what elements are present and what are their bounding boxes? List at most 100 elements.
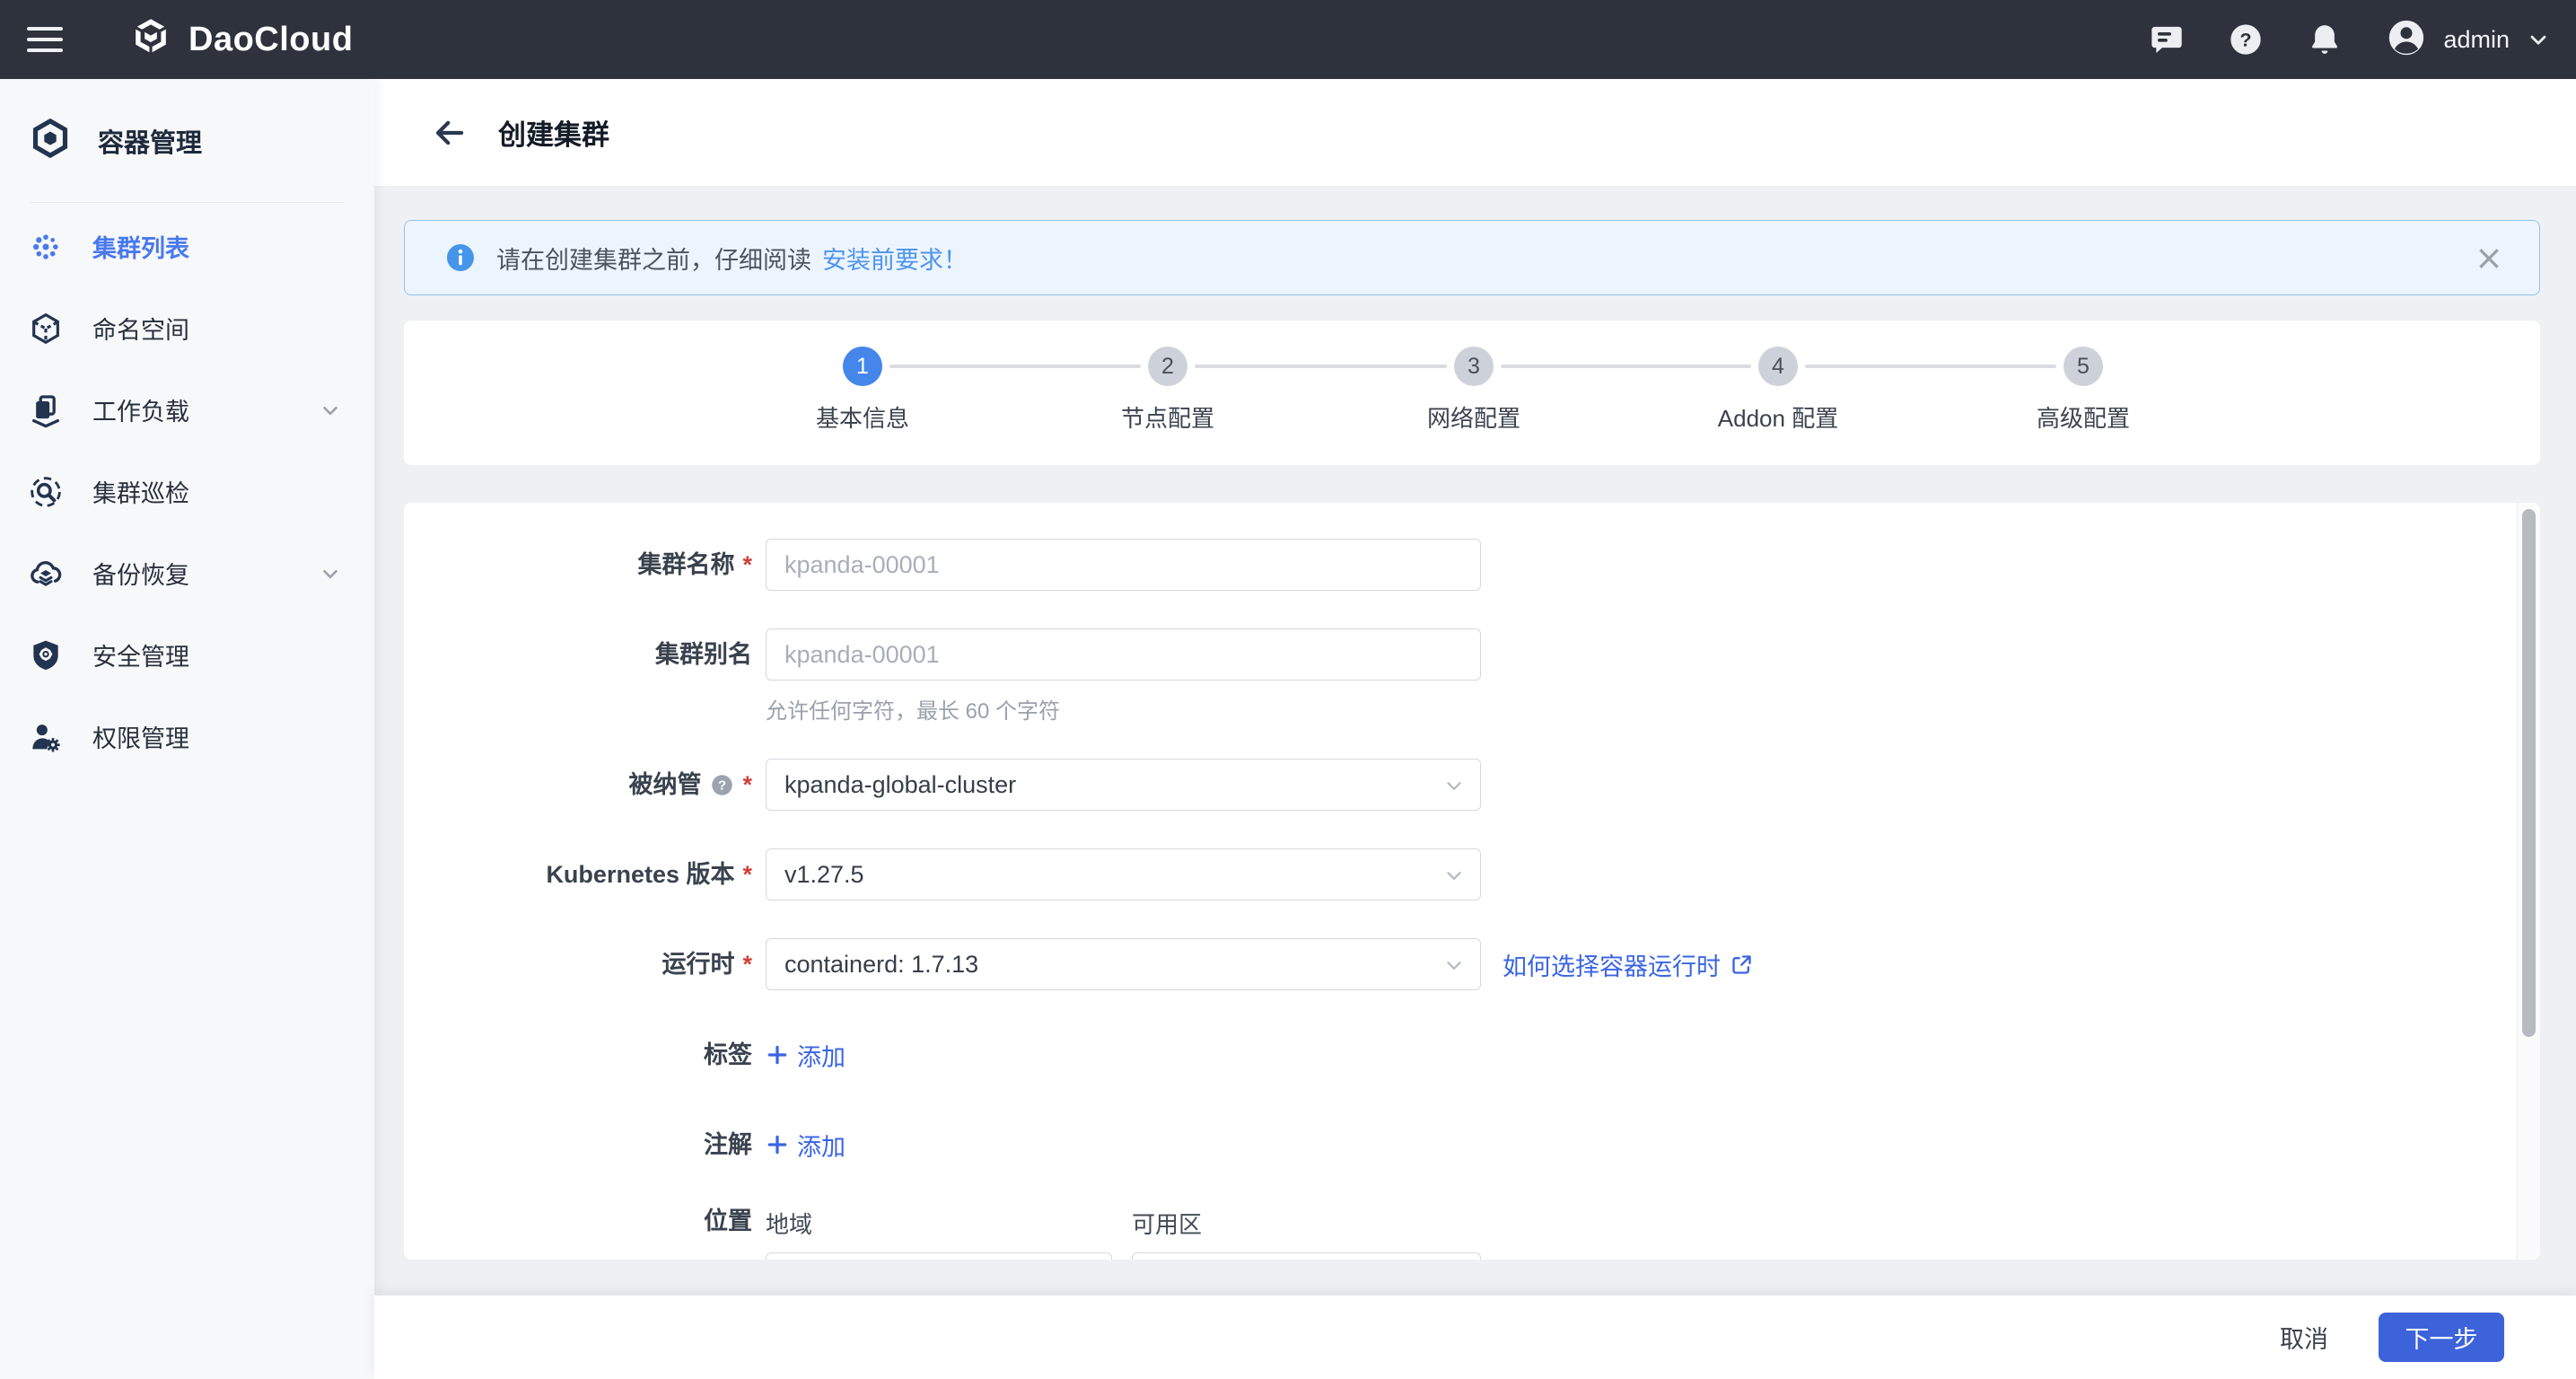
sidebar-item-label: 安全管理: [92, 644, 189, 671]
help-circle-icon[interactable]: ?: [710, 763, 734, 815]
step-network-config: 3 网络配置: [1366, 347, 1582, 434]
step-label: 高级配置: [2036, 405, 2130, 432]
sidebar-item-workload[interactable]: 工作负载: [0, 369, 374, 451]
sidebar-item-cluster-list[interactable]: 集群列表: [0, 206, 374, 287]
user-menu[interactable]: admin: [2386, 17, 2551, 63]
add-annotation-button[interactable]: 添加: [766, 1122, 846, 1167]
alert-text: 请在创建集群之前，仔细阅读: [496, 246, 811, 274]
basic-info-form: 集群名称* 集群别名 允许任何字符，最长 60 个字符 被纳管?* kpanda…: [404, 503, 2540, 1260]
form-scrollbar-thumb[interactable]: [2522, 509, 2536, 1037]
cluster-name-label: 集群名称 *: [637, 551, 752, 578]
required-mark: *: [742, 771, 752, 798]
top-bar: DaoCloud ? admin: [0, 0, 2576, 79]
sidebar-item-label: 集群巡检: [92, 480, 189, 507]
main-content: 请在创建集群之前，仔细阅读 安装前要求！ × 1 基本信息 2 节点配置 3 网…: [374, 186, 2576, 1296]
security-shield-icon: [33, 640, 58, 670]
chevron-down-icon: [1447, 872, 1461, 880]
container-management-icon: [30, 118, 71, 163]
sidebar-item-security[interactable]: 安全管理: [0, 614, 374, 696]
sidebar-item-permission[interactable]: 权限管理: [0, 696, 374, 777]
chevron-down-icon: [1447, 782, 1461, 790]
sidebar-module-title: 容器管理: [98, 128, 203, 158]
step-number: 3: [1454, 347, 1494, 386]
hamburger-menu-icon[interactable]: [27, 20, 66, 59]
namespace-cube-icon: [32, 312, 59, 344]
avatar: [2386, 17, 2427, 63]
back-button[interactable]: [430, 113, 469, 153]
pre-install-alert: 请在创建集群之前，仔细阅读 安装前要求！ ×: [404, 220, 2540, 295]
info-icon: [447, 244, 474, 271]
external-link-icon: [1732, 954, 1751, 974]
add-label-button[interactable]: 添加: [766, 1032, 846, 1077]
region-label: 地域: [766, 1211, 813, 1238]
inspection-magnifier-icon: [31, 476, 61, 507]
svg-text:?: ?: [2240, 28, 2252, 50]
chevron-down-icon: [1447, 962, 1461, 970]
labels-label: 标签: [704, 1041, 752, 1068]
zone-label: 可用区: [1132, 1211, 1203, 1238]
zone-input[interactable]: [1132, 1252, 1481, 1260]
runtime-select[interactable]: containerd: 1.7.13: [766, 938, 1481, 990]
sidebar-item-label: 备份恢复: [92, 562, 189, 589]
page-title: 创建集群: [498, 119, 609, 151]
sidebar-item-backup[interactable]: 备份恢复: [0, 532, 374, 614]
k8s-version-label: Kubernetes 版本 *: [546, 861, 752, 888]
cluster-alias-input[interactable]: [766, 628, 1481, 681]
step-label: 节点配置: [1120, 405, 1214, 432]
notification-bell-icon[interactable]: [2307, 22, 2343, 57]
managed-by-select[interactable]: kpanda-global-cluster: [766, 759, 1481, 811]
sidebar-item-label: 集群列表: [92, 235, 189, 262]
required-mark: *: [742, 551, 752, 578]
svg-text:?: ?: [718, 778, 726, 794]
required-mark: *: [742, 951, 752, 978]
message-icon[interactable]: [2149, 22, 2185, 57]
runtime-value: containerd: 1.7.13: [784, 950, 979, 978]
k8s-version-select[interactable]: v1.27.5: [766, 848, 1481, 900]
step-label: 基本信息: [815, 405, 909, 432]
step-label: 网络配置: [1426, 405, 1520, 432]
managed-by-value: kpanda-global-cluster: [784, 770, 1017, 798]
cancel-button[interactable]: 取消: [2280, 1320, 2328, 1355]
cluster-dots-icon: [33, 233, 58, 259]
annotations-label: 注解: [704, 1131, 752, 1158]
managed-by-label: 被纳管? *: [404, 759, 752, 815]
stepper: 1 基本信息 2 节点配置 3 网络配置 4 Addon 配置 5 高级配置: [404, 321, 2540, 465]
daocloud-logo-icon: [129, 16, 172, 64]
workload-stack-icon: [32, 394, 60, 427]
required-mark: *: [742, 861, 752, 888]
step-basic-info: 1 基本信息: [755, 347, 970, 434]
runtime-help-link[interactable]: 如何选择容器运行时: [1503, 938, 1754, 990]
sidebar: 容器管理 集群列表 命名空间 工作负载 集群巡检 备份恢复 安全管理 权限管理: [0, 79, 374, 1379]
permission-user-gear-icon: [32, 724, 60, 751]
backup-cloud-icon: [31, 560, 62, 586]
chevron-down-icon: [2530, 35, 2546, 45]
brand-name: DaoCloud: [188, 20, 354, 58]
k8s-version-value: v1.27.5: [784, 860, 864, 888]
help-icon[interactable]: ?: [2228, 22, 2264, 57]
alert-close-icon[interactable]: ×: [2475, 241, 2503, 275]
step-number: 1: [843, 347, 882, 386]
step-advanced-config: 5 高级配置: [1976, 347, 2191, 434]
footer-action-bar: 取消 下一步: [374, 1296, 2576, 1379]
form-scrollbar-track[interactable]: [2517, 503, 2540, 1260]
page-header: 创建集群: [374, 79, 2576, 186]
cluster-alias-label: 集群别名: [655, 641, 752, 668]
chevron-down-icon: [323, 406, 337, 415]
username: admin: [2443, 25, 2510, 53]
sidebar-item-label: 命名空间: [92, 317, 189, 344]
cluster-name-input[interactable]: [766, 539, 1481, 591]
sidebar-module-header[interactable]: 容器管理: [0, 79, 374, 202]
next-step-button[interactable]: 下一步: [2379, 1313, 2504, 1362]
sidebar-item-label: 权限管理: [92, 725, 189, 752]
sidebar-item-namespace[interactable]: 命名空间: [0, 287, 374, 369]
pre-install-requirements-link[interactable]: 安装前要求！: [822, 241, 968, 276]
step-node-config: 2 节点配置: [1060, 347, 1275, 434]
runtime-label: 运行时 *: [662, 951, 752, 978]
brand[interactable]: DaoCloud: [129, 16, 353, 64]
plus-icon: [767, 1045, 787, 1065]
sidebar-item-inspection[interactable]: 集群巡检: [0, 451, 374, 532]
region-input[interactable]: [766, 1252, 1112, 1260]
plus-icon: [767, 1135, 787, 1155]
step-number: 2: [1148, 347, 1187, 386]
chevron-down-icon: [323, 569, 337, 578]
